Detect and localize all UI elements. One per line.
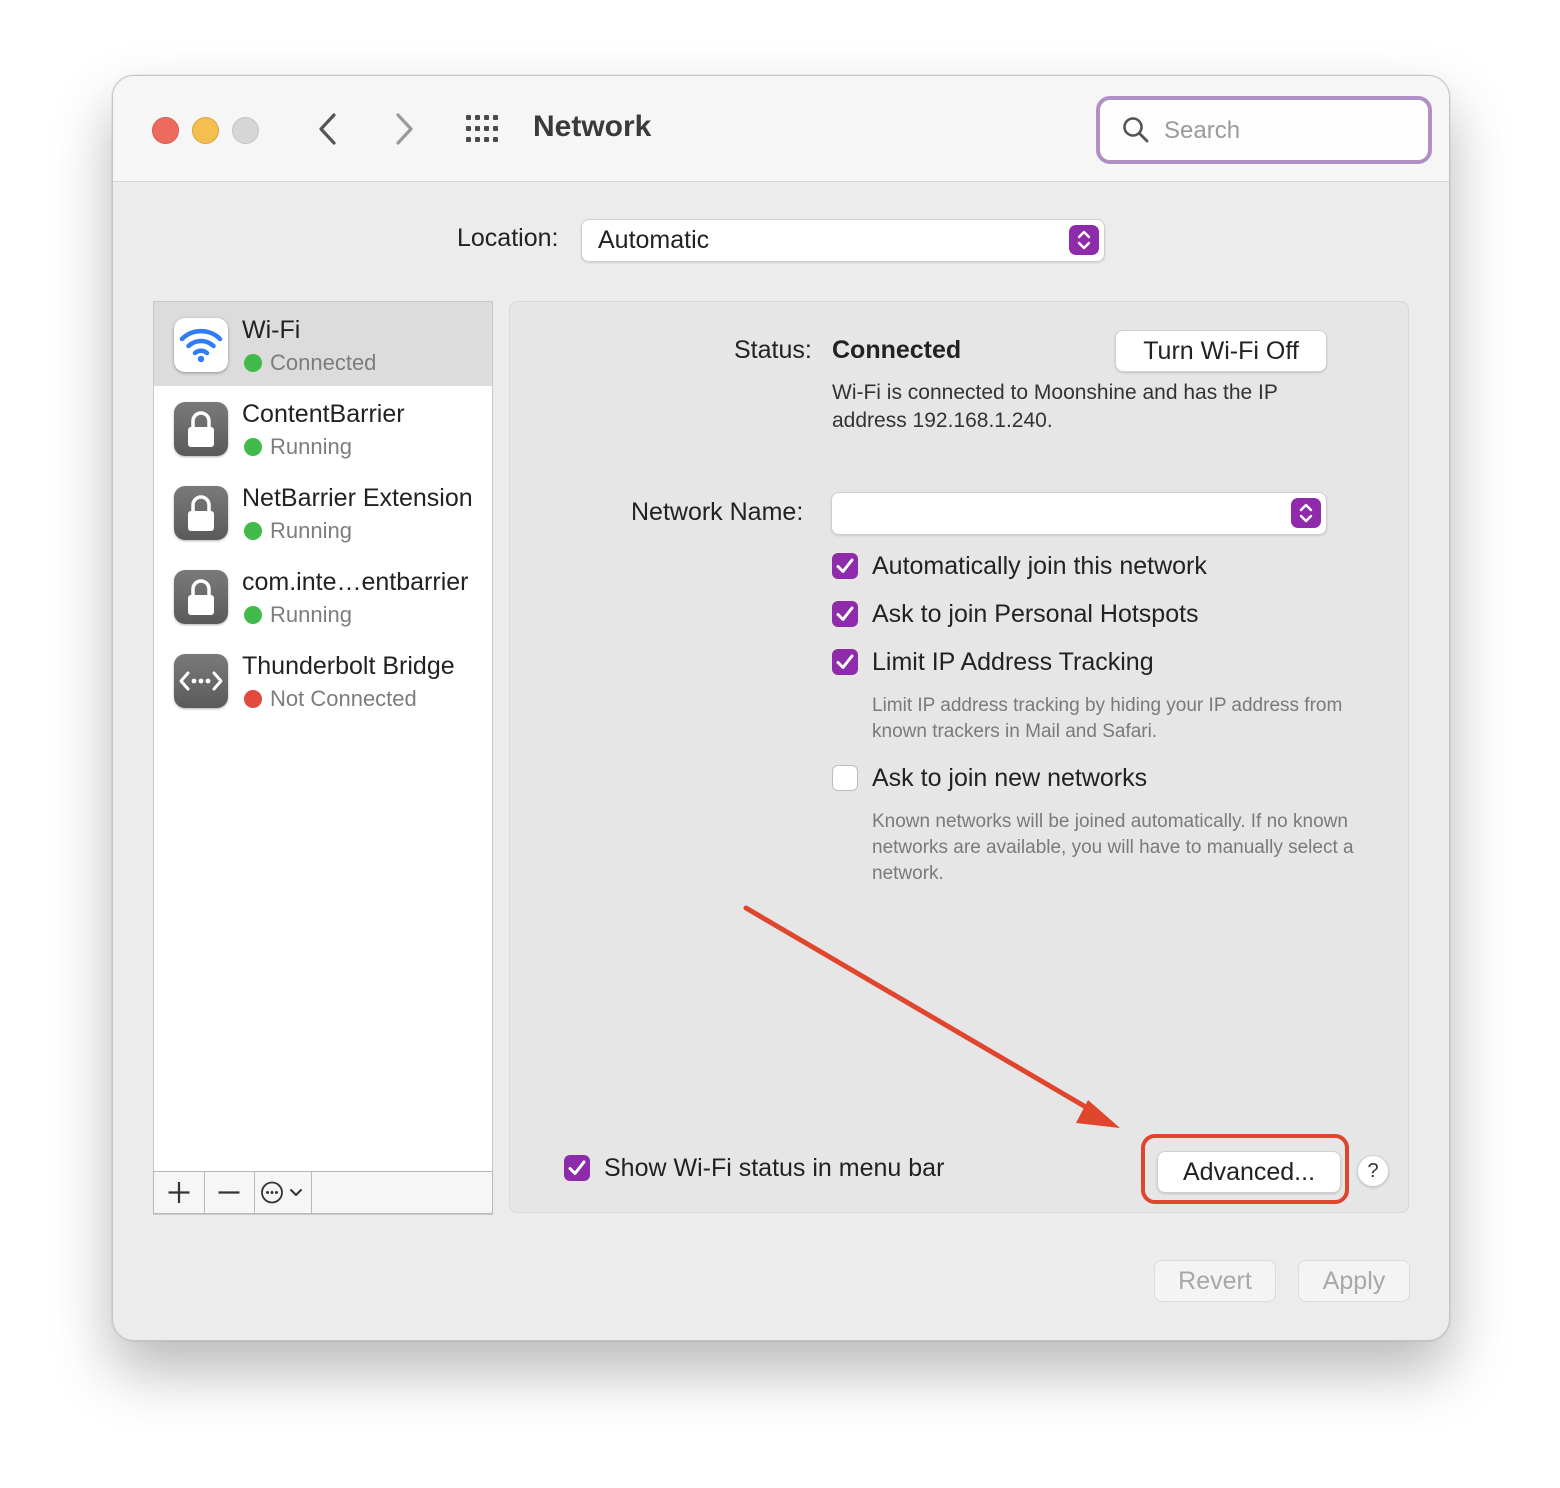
revert-button[interactable]: Revert xyxy=(1154,1260,1276,1302)
service-status: Running xyxy=(270,602,352,627)
chevron-left-icon xyxy=(319,113,336,145)
service-status-row: Running xyxy=(242,518,352,544)
lock-icon xyxy=(174,570,228,624)
checkmark-icon xyxy=(568,1160,586,1175)
network-name-popup[interactable] xyxy=(831,492,1327,535)
help-button[interactable]: ? xyxy=(1357,1155,1389,1187)
wifi-detail-panel: Status: Connected Turn Wi-Fi Off Wi-Fi i… xyxy=(509,301,1409,1213)
service-status: Running xyxy=(270,434,352,459)
service-name: NetBarrier Extension xyxy=(242,484,473,512)
show-wifi-status-label: Show Wi-Fi status in menu bar xyxy=(604,1154,945,1182)
service-list: Wi-Fi Connected ContentBarrier Running N… xyxy=(153,301,493,1215)
network-preferences-window: Network Search Location: Automatic Wi-Fi… xyxy=(112,75,1450,1341)
plus-icon xyxy=(168,1182,190,1203)
show-wifi-status-checkbox[interactable] xyxy=(564,1155,590,1181)
lock-icon xyxy=(174,486,228,540)
remove-service-button[interactable] xyxy=(204,1172,255,1213)
service-status: Connected xyxy=(270,350,377,375)
ask-new-networks-description: Known networks will be joined automatica… xyxy=(872,811,1354,884)
service-status-row: Running xyxy=(242,434,352,460)
status-description: Wi-Fi is connected to Moonshine and has … xyxy=(832,381,1278,432)
checkmark-icon xyxy=(836,606,854,621)
wifi-icon xyxy=(174,318,228,372)
ask-new-networks-label: Ask to join new networks xyxy=(872,764,1148,792)
location-popup[interactable]: Automatic xyxy=(581,219,1105,262)
minus-icon xyxy=(218,1191,240,1194)
service-status-row: Connected xyxy=(242,350,376,376)
service-name: Wi-Fi xyxy=(242,316,301,344)
service-status: Not Connected xyxy=(270,686,417,711)
close-window-button[interactable] xyxy=(152,117,179,144)
service-status-row: Running xyxy=(242,602,352,628)
apply-button[interactable]: Apply xyxy=(1298,1260,1410,1302)
action-menu-button[interactable] xyxy=(254,1172,312,1213)
ask-hotspots-checkbox[interactable] xyxy=(832,601,858,627)
location-label: Location: xyxy=(457,224,559,252)
show-all-button[interactable] xyxy=(465,113,505,145)
lock-icon xyxy=(174,402,228,456)
checkmark-icon xyxy=(836,558,854,573)
ellipsis-circle-icon xyxy=(261,1181,302,1204)
checkmark-icon xyxy=(836,654,854,669)
back-button[interactable] xyxy=(311,110,347,148)
grid-icon xyxy=(466,115,498,142)
service-item-netbarrier-extension[interactable]: NetBarrier Extension Running xyxy=(154,470,492,554)
service-name: ContentBarrier xyxy=(242,400,405,428)
network-name-label: Network Name: xyxy=(631,498,804,526)
ask-new-networks-checkbox[interactable] xyxy=(832,765,858,791)
status-label: Status: xyxy=(734,336,812,364)
service-item-contentbarrier[interactable]: ContentBarrier Running xyxy=(154,386,492,470)
ask-hotspots-label: Ask to join Personal Hotspots xyxy=(872,600,1199,628)
annotation-highlight-box xyxy=(1141,1134,1349,1204)
auto-join-label: Automatically join this network xyxy=(872,552,1207,580)
service-name: com.inte…entbarrier xyxy=(242,568,469,596)
service-name: Thunderbolt Bridge xyxy=(242,652,455,680)
service-status-row: Not Connected xyxy=(242,686,417,712)
title-bar: Network Search xyxy=(113,76,1449,182)
location-value: Automatic xyxy=(598,226,710,254)
window-title: Network xyxy=(533,110,652,143)
chevron-right-icon xyxy=(396,113,413,145)
service-item-thunderbolt-bridge[interactable]: Thunderbolt Bridge Not Connected xyxy=(154,638,492,722)
limit-ip-tracking-checkbox[interactable] xyxy=(832,649,858,675)
auto-join-checkbox[interactable] xyxy=(832,553,858,579)
add-service-button[interactable] xyxy=(154,1172,205,1213)
turn-wifi-off-button[interactable]: Turn Wi-Fi Off xyxy=(1115,330,1327,372)
popup-stepper-icon xyxy=(1069,225,1099,255)
limit-ip-tracking-description: Limit IP address tracking by hiding your… xyxy=(872,695,1343,742)
zoom-window-button[interactable] xyxy=(232,117,259,144)
service-list-toolbar xyxy=(153,1171,493,1214)
service-item-wifi[interactable]: Wi-Fi Connected xyxy=(154,302,492,386)
bridge-icon xyxy=(174,654,228,708)
search-field[interactable]: Search xyxy=(1096,96,1432,164)
search-icon xyxy=(1123,117,1149,143)
search-placeholder: Search xyxy=(1164,117,1241,144)
limit-ip-tracking-label: Limit IP Address Tracking xyxy=(872,648,1154,676)
service-status: Running xyxy=(270,518,352,543)
status-value: Connected xyxy=(832,336,962,364)
service-item-com-intego-contentbarrier[interactable]: com.inte…entbarrier Running xyxy=(154,554,492,638)
popup-stepper-icon xyxy=(1291,498,1321,528)
minimize-window-button[interactable] xyxy=(192,117,219,144)
forward-button[interactable] xyxy=(385,110,421,148)
